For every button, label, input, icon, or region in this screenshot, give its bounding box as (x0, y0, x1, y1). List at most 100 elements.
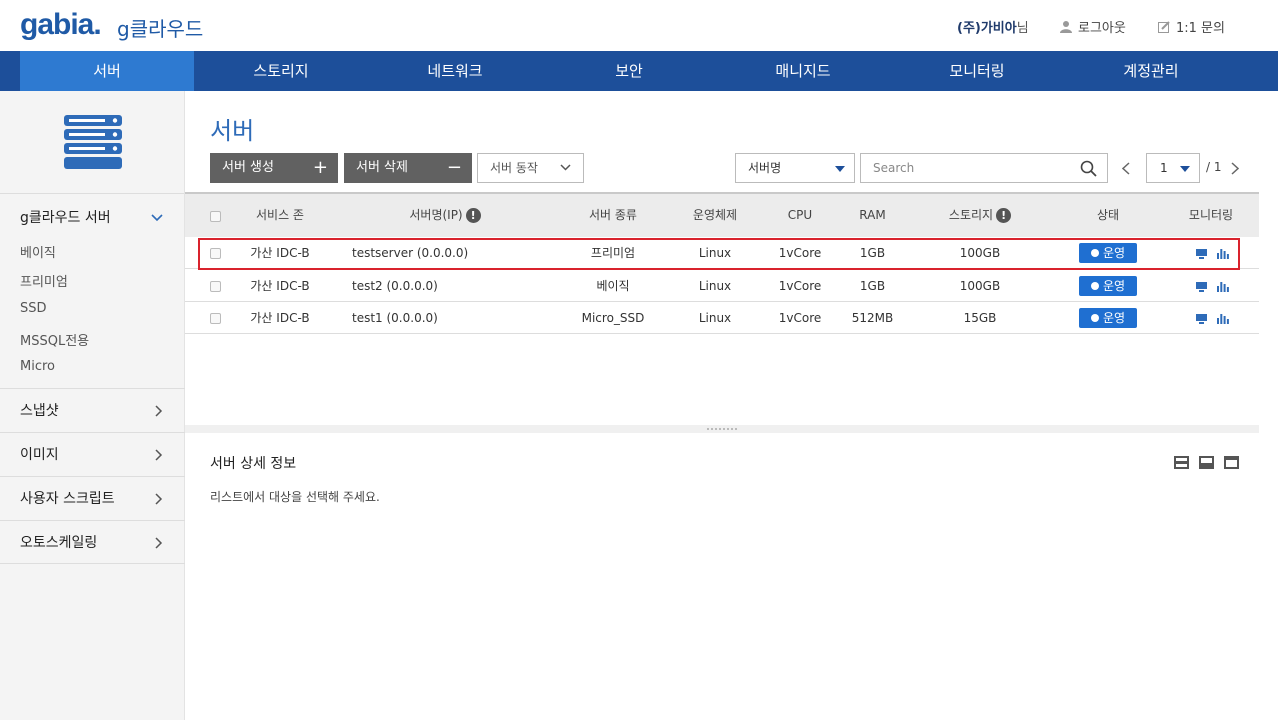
table-row[interactable]: 가산 IDC-B test1 (0.0.0.0) Micro_SSD Linux… (185, 302, 1259, 334)
product-name: g클라우드 (117, 17, 204, 41)
row-checkbox[interactable] (210, 248, 221, 259)
sidebar-item-basic[interactable]: 베이직 (20, 242, 56, 261)
cell-storage: 100GB (959, 246, 1001, 260)
prev-page-icon[interactable] (1122, 162, 1130, 175)
console-icon[interactable] (1196, 249, 1207, 259)
cell-server-name[interactable]: test1 (0.0.0.0) (352, 302, 532, 334)
main-content: 서버 서버 생성 + 서버 삭제 − 서버 동작 서버명 1 / 1 서비스 존… (185, 91, 1259, 720)
row-checkbox[interactable] (210, 281, 221, 292)
nav-item-managed[interactable]: 매니지드 (716, 51, 890, 91)
sidebar-item-mssql[interactable]: MSSQL전용 (20, 330, 89, 349)
cell-server-name[interactable]: testserver (0.0.0.0) (352, 237, 532, 269)
cell-server-type: Micro_SSD (581, 311, 645, 325)
create-server-label: 서버 생성 (222, 160, 274, 175)
table-row[interactable]: 가산 IDC-B testserver (0.0.0.0) 프리미엄 Linux… (185, 237, 1259, 269)
chevron-right-icon (155, 405, 163, 417)
sidebar-section-autoscaling[interactable]: 오토스케일링 (0, 520, 185, 564)
sidebar-section-label: 이미지 (20, 447, 59, 463)
col-zone[interactable]: 서비스 존 (240, 194, 320, 239)
cell-os: Linux (698, 279, 732, 293)
dropdown-triangle-icon (835, 166, 845, 172)
row-checkbox[interactable] (210, 313, 221, 324)
chart-bar-icon[interactable] (1217, 247, 1229, 259)
search-icon[interactable] (1080, 160, 1097, 177)
cell-os: Linux (698, 246, 732, 260)
sidebar-item-micro[interactable]: Micro (20, 359, 55, 374)
top-bar: gabia. g클라우드 (주)가비아님 로그아웃 1:1 문의 (0, 0, 1278, 51)
sidebar-section-image[interactable]: 이미지 (0, 432, 185, 476)
page-total: / 1 (1206, 160, 1222, 174)
view-split-icon[interactable] (1199, 456, 1214, 469)
server-detail-panel: 서버 상세 정보 리스트에서 대상을 선택해 주세요. (185, 433, 1259, 720)
select-all-checkbox[interactable] (210, 211, 221, 222)
filter-select[interactable]: 서버명 (735, 153, 855, 183)
chart-bar-icon[interactable] (1217, 280, 1229, 292)
edit-icon (1158, 20, 1170, 33)
col-storage[interactable]: 스토리지! (930, 194, 1030, 239)
sidebar-item-ssd[interactable]: SSD (20, 301, 47, 316)
status-dot-icon (1090, 314, 1099, 322)
company-suffix: 님 (1016, 21, 1029, 36)
main-nav: 서버 스토리지 네트워크 보안 매니지드 모니터링 계정관리 (0, 51, 1278, 91)
inquiry-link[interactable]: 1:1 문의 (1158, 17, 1225, 36)
cell-os: Linux (698, 311, 732, 325)
col-server-name[interactable]: 서버명(IP)! (390, 194, 500, 239)
delete-server-label: 서버 삭제 (356, 160, 408, 175)
nav-item-account[interactable]: 계정관리 (1064, 51, 1238, 91)
sidebar: g클라우드 서버 베이직 프리미엄 SSD MSSQL전용 Micro 스냅샷 … (0, 91, 185, 720)
console-icon[interactable] (1196, 282, 1207, 292)
page-select[interactable]: 1 (1146, 153, 1200, 183)
nav-item-server[interactable]: 서버 (20, 51, 194, 91)
info-icon[interactable]: ! (465, 208, 481, 223)
sidebar-group-label: g클라우드 서버 (20, 210, 111, 226)
nav-item-storage[interactable]: 스토리지 (194, 51, 368, 91)
create-server-button[interactable]: 서버 생성 + (210, 153, 338, 183)
col-cpu[interactable]: CPU (770, 194, 830, 239)
cell-cpu: 1vCore (778, 279, 822, 293)
detail-title: 서버 상세 정보 (210, 456, 297, 472)
detail-message: 리스트에서 대상을 선택해 주세요. (210, 490, 380, 504)
sidebar-section-label: 스냅샷 (20, 403, 59, 419)
panel-splitter[interactable] (185, 425, 1259, 433)
search-box (860, 153, 1108, 183)
sidebar-hero (0, 91, 184, 194)
view-full-icon[interactable] (1224, 456, 1239, 469)
nav-item-security[interactable]: 보안 (542, 51, 716, 91)
sidebar-item-premium[interactable]: 프리미엄 (20, 271, 68, 290)
logout-link[interactable]: 로그아웃 (1060, 17, 1126, 36)
cell-zone: 가산 IDC-B (250, 246, 310, 260)
minus-icon: − (446, 157, 462, 178)
view-top-icon[interactable] (1174, 456, 1189, 469)
search-input[interactable] (861, 154, 1061, 182)
col-os[interactable]: 운영체제 (675, 194, 755, 239)
col-storage-label: 스토리지 (948, 208, 994, 222)
cell-server-name[interactable]: test2 (0.0.0.0) (352, 270, 532, 302)
nav-item-network[interactable]: 네트워크 (368, 51, 542, 91)
col-server-name-label: 서버명(IP) (409, 208, 463, 222)
table-header: 서비스 존 서버명(IP)! 서버 종류 운영체제 CPU RAM 스토리지! … (185, 192, 1259, 237)
next-page-icon[interactable] (1231, 162, 1239, 175)
user-icon (1060, 21, 1072, 33)
status-dot-icon (1090, 282, 1099, 290)
info-icon[interactable]: ! (996, 208, 1012, 223)
cell-ram: 1GB (859, 246, 886, 260)
table-row[interactable]: 가산 IDC-B test2 (0.0.0.0) 베이직 Linux 1vCor… (185, 270, 1259, 302)
col-server-type[interactable]: 서버 종류 (573, 194, 653, 239)
server-action-dropdown[interactable]: 서버 동작 (477, 153, 584, 183)
sidebar-section-user-script[interactable]: 사용자 스크립트 (0, 476, 185, 520)
cell-zone: 가산 IDC-B (250, 311, 310, 325)
console-icon[interactable] (1196, 314, 1207, 324)
sidebar-group-cloud-server[interactable]: g클라우드 서버 (20, 207, 111, 227)
col-status[interactable]: 상태 (1078, 194, 1138, 239)
chart-bar-icon[interactable] (1217, 312, 1229, 324)
sidebar-section-snapshot[interactable]: 스냅샷 (0, 388, 185, 432)
sidebar-section-label: 오토스케일링 (20, 535, 98, 551)
col-ram[interactable]: RAM (845, 194, 900, 239)
cell-storage: 15GB (963, 311, 997, 325)
page-current: 1 (1160, 161, 1168, 175)
nav-item-monitoring[interactable]: 모니터링 (890, 51, 1064, 91)
sidebar-section-label: 사용자 스크립트 (20, 491, 115, 507)
gabia-logo[interactable]: gabia. (20, 8, 102, 42)
chevron-down-icon[interactable] (151, 214, 163, 222)
delete-server-button[interactable]: 서버 삭제 − (344, 153, 472, 183)
